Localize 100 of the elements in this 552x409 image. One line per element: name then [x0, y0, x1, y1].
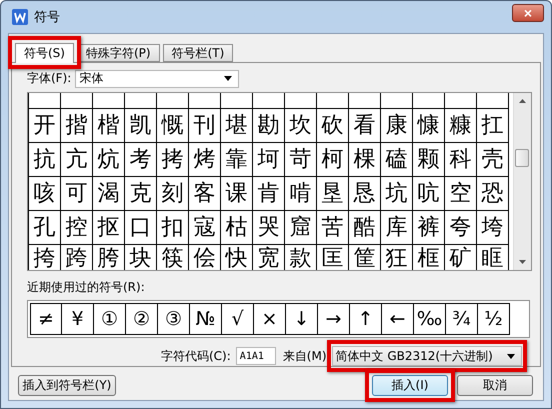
encoding-dropdown[interactable]: 简体中文 GB2312(十六进制) — [332, 346, 522, 366]
symbol-cell[interactable]: 客 — [189, 176, 221, 211]
symbol-cell[interactable] — [157, 92, 189, 109]
recent-symbol-cell[interactable]: ¾ — [446, 303, 478, 335]
symbol-cell[interactable]: 考 — [125, 142, 157, 177]
dialog-button[interactable]: 插入(I) — [372, 375, 448, 396]
symbol-cell[interactable]: 窟 — [285, 210, 317, 245]
symbol-cell[interactable]: 啃 — [285, 176, 317, 211]
symbol-cell[interactable]: 烤 — [189, 142, 221, 177]
symbol-cell[interactable]: 库 — [381, 210, 413, 245]
recent-symbol-cell[interactable]: × — [254, 303, 286, 335]
symbol-cell[interactable]: 眶 — [477, 244, 509, 270]
recent-symbol-cell[interactable]: ‰ — [414, 303, 446, 335]
symbol-cell[interactable]: 慷 — [413, 108, 445, 143]
recent-symbol-cell[interactable]: ½ — [478, 303, 510, 335]
recent-symbol-cell[interactable]: → — [318, 303, 350, 335]
symbol-cell[interactable]: 糠 — [445, 108, 477, 143]
symbol-cell[interactable]: 恐 — [477, 176, 509, 211]
recent-symbol-cell[interactable]: ① — [94, 303, 126, 335]
symbol-cell[interactable]: 匡 — [317, 244, 349, 270]
symbol-cell[interactable]: 慨 — [157, 108, 189, 143]
symbol-cell[interactable]: 寇 — [189, 210, 221, 245]
symbol-cell[interactable] — [381, 92, 413, 109]
dialog-button[interactable]: 取消 — [457, 375, 533, 396]
symbol-cell[interactable]: 口 — [125, 210, 157, 245]
symbol-cell[interactable]: 靠 — [221, 142, 253, 177]
symbol-cell[interactable]: 坎 — [285, 108, 317, 143]
symbol-cell[interactable]: 吭 — [413, 176, 445, 211]
symbol-cell[interactable]: 亢 — [61, 142, 93, 177]
symbol-cell[interactable]: 揩 — [61, 108, 93, 143]
symbol-cell[interactable] — [285, 92, 317, 109]
recent-symbol-cell[interactable]: ③ — [158, 303, 190, 335]
symbol-cell[interactable]: 坷 — [253, 142, 285, 177]
symbol-cell[interactable] — [445, 92, 477, 109]
symbol-cell[interactable]: 夸 — [445, 210, 477, 245]
recent-symbol-cell[interactable]: √ — [222, 303, 254, 335]
symbol-cell[interactable]: 堪 — [221, 108, 253, 143]
symbol-cell[interactable]: 苦 — [317, 210, 349, 245]
symbol-cell[interactable] — [93, 92, 125, 109]
symbol-cell[interactable] — [61, 92, 93, 109]
symbol-cell[interactable]: 垦 — [317, 176, 349, 211]
symbol-cell[interactable]: 看 — [349, 108, 381, 143]
symbol-cell[interactable]: 刻 — [157, 176, 189, 211]
symbol-cell[interactable]: 矿 — [445, 244, 477, 270]
symbol-cell[interactable]: 苛 — [285, 142, 317, 177]
symbol-cell[interactable]: 扣 — [157, 210, 189, 245]
symbol-cell[interactable] — [349, 92, 381, 109]
tab[interactable]: 符号栏(T) — [162, 44, 234, 62]
symbol-cell[interactable]: 裤 — [413, 210, 445, 245]
symbol-cell[interactable]: 拷 — [157, 142, 189, 177]
symbol-cell[interactable]: 颗 — [413, 142, 445, 177]
symbol-cell[interactable]: 恳 — [349, 176, 381, 211]
symbol-cell[interactable] — [125, 92, 157, 109]
symbol-cell[interactable]: 凯 — [125, 108, 157, 143]
symbol-cell[interactable] — [413, 92, 445, 109]
symbol-cell[interactable]: 坑 — [381, 176, 413, 211]
symbol-cell[interactable]: 孔 — [29, 210, 61, 245]
dialog-button[interactable]: 插入到符号栏(Y) — [18, 375, 116, 396]
symbol-cell[interactable]: 刊 — [189, 108, 221, 143]
recent-symbol-cell[interactable]: ↑ — [350, 303, 382, 335]
symbol-cell[interactable]: 快 — [221, 244, 253, 270]
symbol-cell[interactable] — [189, 92, 221, 109]
symbol-cell[interactable]: 开 — [29, 108, 61, 143]
symbol-cell[interactable]: 砍 — [317, 108, 349, 143]
scrollbar[interactable] — [513, 92, 531, 270]
symbol-cell[interactable]: 筷 — [157, 244, 189, 270]
symbol-cell[interactable]: 勘 — [253, 108, 285, 143]
symbol-cell[interactable]: 块 — [125, 244, 157, 270]
code-field[interactable]: A1A1 — [236, 347, 276, 365]
scrollbar-thumb[interactable] — [515, 148, 529, 167]
recent-symbol-cell[interactable]: ② — [126, 303, 158, 335]
symbol-cell[interactable]: 筐 — [349, 244, 381, 270]
recent-symbol-cell[interactable]: ¥ — [62, 303, 94, 335]
recent-symbol-cell[interactable]: ≠ — [30, 303, 62, 335]
symbol-cell[interactable]: 康 — [381, 108, 413, 143]
symbol-cell[interactable]: 宽 — [253, 244, 285, 270]
symbol-cell[interactable]: 磕 — [381, 142, 413, 177]
symbol-cell[interactable]: 肯 — [253, 176, 285, 211]
symbol-cell[interactable]: 可 — [61, 176, 93, 211]
symbol-cell[interactable]: 科 — [445, 142, 477, 177]
symbol-cell[interactable]: 壳 — [477, 142, 509, 177]
symbol-cell[interactable]: 楷 — [93, 108, 125, 143]
symbol-cell[interactable] — [317, 92, 349, 109]
symbol-cell[interactable]: 胯 — [93, 244, 125, 270]
symbol-cell[interactable]: 课 — [221, 176, 253, 211]
symbol-cell[interactable]: 扛 — [477, 108, 509, 143]
symbol-cell[interactable]: 克 — [125, 176, 157, 211]
recent-symbol-cell[interactable]: ↓ — [286, 303, 318, 335]
symbol-cell[interactable]: 垮 — [477, 210, 509, 245]
symbol-cell[interactable]: 框 — [413, 244, 445, 270]
symbol-cell[interactable]: 抠 — [93, 210, 125, 245]
tab[interactable]: 符号(S) — [15, 43, 74, 63]
symbol-cell[interactable]: 咳 — [29, 176, 61, 211]
symbol-cell[interactable]: 棵 — [349, 142, 381, 177]
symbol-cell[interactable]: 抗 — [29, 142, 61, 177]
symbol-cell[interactable]: 枯 — [221, 210, 253, 245]
recent-symbol-cell[interactable]: ← — [382, 303, 414, 335]
symbol-cell[interactable] — [221, 92, 253, 109]
symbol-cell[interactable] — [29, 92, 61, 109]
symbol-cell[interactable] — [253, 92, 285, 109]
